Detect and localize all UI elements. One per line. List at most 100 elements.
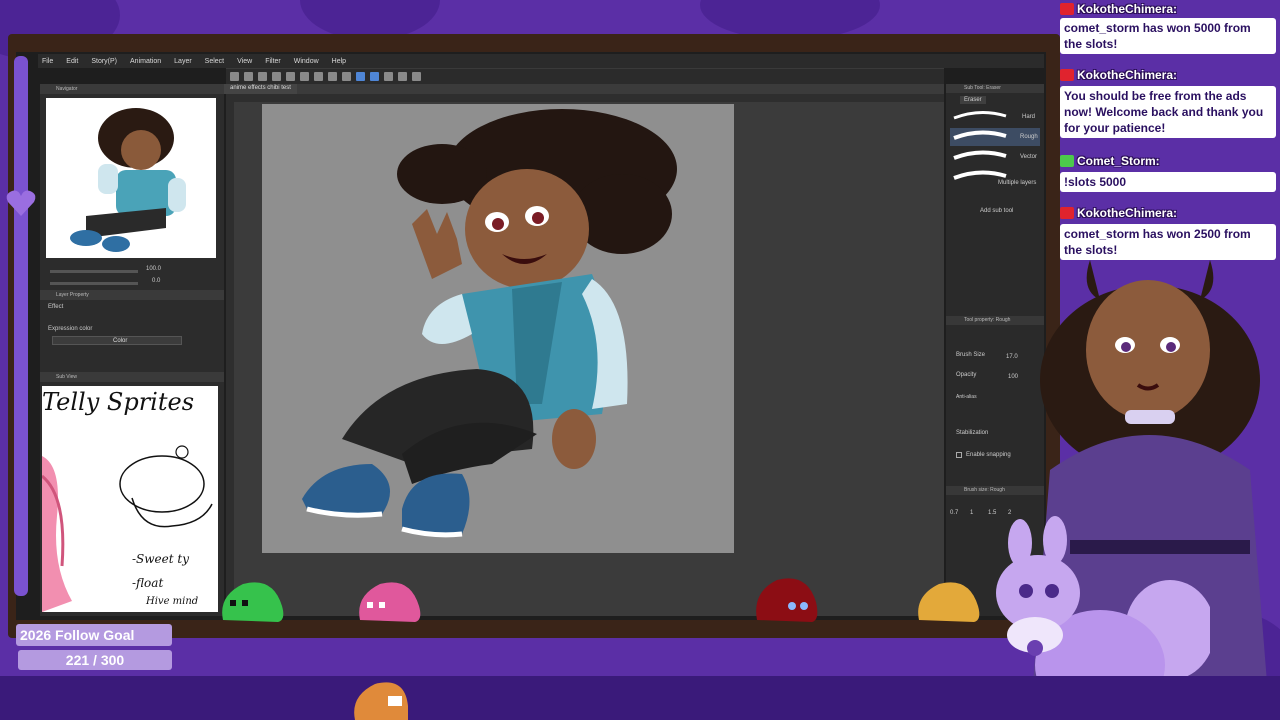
- chat-user: KokotheChimera:: [1060, 205, 1177, 221]
- sub-view-image[interactable]: Telly Sprites -Sweet ty -float Hive mind: [42, 386, 218, 612]
- stabilization-label: Stabilization: [956, 430, 989, 436]
- redo-icon[interactable]: [286, 72, 295, 81]
- artwork-canvas[interactable]: [262, 104, 734, 553]
- settings-icon[interactable]: [412, 72, 421, 81]
- sprite-sketch-icon: [42, 445, 213, 612]
- navigator-preview[interactable]: [46, 98, 216, 258]
- navigator-controls: 100.0 0.0: [46, 264, 222, 288]
- brush-rough[interactable]: Rough: [950, 128, 1040, 146]
- menu-window[interactable]: Window: [294, 58, 319, 65]
- chat-badge-icon: [1060, 3, 1074, 15]
- expression-color-select[interactable]: Color: [52, 336, 182, 345]
- expression-color-value: Color: [113, 338, 128, 344]
- chat-user: KokotheChimera:: [1060, 1, 1177, 17]
- brush-size-value[interactable]: 17.0: [1006, 354, 1018, 360]
- zoom-slider[interactable]: [50, 270, 138, 273]
- chat-message: !slots 5000: [1060, 172, 1276, 192]
- navigator-tab[interactable]: Navigator: [40, 84, 224, 94]
- eraser-group-label[interactable]: Eraser: [960, 96, 986, 104]
- brush-hard-label: Hard: [1022, 114, 1036, 120]
- zoom-value[interactable]: 100.0: [146, 266, 161, 272]
- navigator-thumbnail-icon: [70, 108, 186, 252]
- left-accent-bar: [14, 56, 28, 596]
- chat-message: comet_storm has won 5000 from the slots!: [1060, 18, 1276, 54]
- new-file-icon[interactable]: [230, 72, 239, 81]
- crop-icon[interactable]: [342, 72, 351, 81]
- enable-snapping-checkbox[interactable]: [956, 452, 962, 458]
- pink-slime-icon: [359, 582, 421, 622]
- brush-hard[interactable]: Hard: [950, 108, 1040, 126]
- ruler-vertical: [226, 102, 234, 616]
- brush-size-label: Brush Size: [956, 352, 986, 358]
- enable-snapping-label: Enable snapping: [966, 452, 1011, 458]
- sprite-note-1: -Sweet ty: [132, 552, 189, 566]
- left-panel: Navigator 100.0 0.0 Layer Property Effec…: [40, 84, 224, 616]
- chat-overlay: KokotheChimera: comet_storm has won 5000…: [1060, 0, 1280, 265]
- add-sub-tool-button[interactable]: Add sub tool: [980, 208, 1013, 214]
- menu-story[interactable]: Story(P): [91, 58, 117, 65]
- chat-badge-icon: [1060, 207, 1074, 219]
- menu-bar: File Edit Story(P) Animation Layer Selec…: [38, 54, 1044, 68]
- menu-layer[interactable]: Layer: [174, 58, 192, 65]
- sub-view-tab[interactable]: Sub View: [40, 372, 224, 382]
- brush-multiple-layers[interactable]: Multiple layers: [950, 168, 1040, 186]
- menu-filter[interactable]: Filter: [265, 58, 281, 65]
- layer-property-panel: Layer Property Effect Expression color C…: [40, 290, 224, 370]
- menu-edit[interactable]: Edit: [66, 58, 78, 65]
- angle-value[interactable]: 0.0: [152, 278, 160, 284]
- chat-username: KokotheChimera:: [1077, 2, 1178, 16]
- opacity-value[interactable]: 100: [1008, 374, 1018, 380]
- brush-vector-label: Vector: [1020, 154, 1038, 160]
- snap-grid-icon[interactable]: [370, 72, 379, 81]
- menu-animation[interactable]: Animation: [130, 58, 161, 65]
- menu-help[interactable]: Help: [332, 58, 346, 65]
- expression-color-label: Expression color: [48, 326, 93, 332]
- menu-file[interactable]: File: [42, 58, 53, 65]
- save-icon[interactable]: [258, 72, 267, 81]
- document-tab[interactable]: anime effects chibi test: [224, 84, 297, 94]
- brush-stroke-icon: [953, 111, 1007, 120]
- snap-ruler-icon[interactable]: [356, 72, 365, 81]
- brush-multiple-layers-label: Multiple layers: [998, 180, 1037, 186]
- ruler-horizontal: [226, 94, 944, 102]
- character-illustration-icon: [302, 109, 677, 538]
- chat-message: You should be free from the ads now! Wel…: [1060, 86, 1276, 138]
- red-slime-icon: [756, 578, 818, 622]
- brush-preset-1[interactable]: 0.7: [950, 510, 958, 516]
- bottom-border: [0, 676, 1280, 720]
- transform-icon[interactable]: [314, 72, 323, 81]
- brush-list: Hard Rough Vector Multiple layers: [950, 108, 1040, 188]
- antialias-label: Anti-alias: [956, 394, 977, 400]
- menu-select[interactable]: Select: [205, 58, 224, 65]
- brush-stroke-icon: [953, 150, 1007, 160]
- sub-view-panel: Sub View Telly Sprites -Sweet ty -float …: [40, 372, 224, 616]
- orange-slime-icon: [354, 682, 408, 720]
- chat-username: Comet_Storm:: [1077, 154, 1160, 168]
- command-bar: [226, 68, 944, 84]
- yellow-slime-icon: [918, 582, 980, 622]
- chat-user: Comet_Storm:: [1060, 153, 1160, 169]
- green-slime-icon: [222, 582, 284, 622]
- sub-tool-tab[interactable]: Sub Tool: Eraser: [946, 84, 1044, 93]
- angle-slider[interactable]: [50, 282, 138, 285]
- layer-property-tab[interactable]: Layer Property: [40, 290, 224, 300]
- brush-rough-label: Rough: [1020, 134, 1038, 140]
- chat-username: KokotheChimera:: [1077, 206, 1178, 220]
- brush-vector[interactable]: Vector: [950, 148, 1040, 166]
- sprite-note-3: Hive mind: [146, 596, 199, 607]
- brush-stroke-icon: [953, 130, 1007, 140]
- heart-icon: [6, 190, 36, 216]
- fill-icon[interactable]: [328, 72, 337, 81]
- follow-goal-count: 221 / 300: [18, 650, 172, 670]
- chat-user: KokotheChimera:: [1060, 67, 1177, 83]
- effect-label: Effect: [48, 304, 64, 310]
- chat-username: KokotheChimera:: [1077, 68, 1178, 82]
- undo-icon[interactable]: [272, 72, 281, 81]
- chat-badge-icon: [1060, 155, 1074, 167]
- clear-icon[interactable]: [300, 72, 309, 81]
- menu-view[interactable]: View: [237, 58, 252, 65]
- brush-preset-2[interactable]: 1: [970, 510, 973, 516]
- mirror-icon[interactable]: [398, 72, 407, 81]
- open-file-icon[interactable]: [244, 72, 253, 81]
- pen-icon[interactable]: [384, 72, 393, 81]
